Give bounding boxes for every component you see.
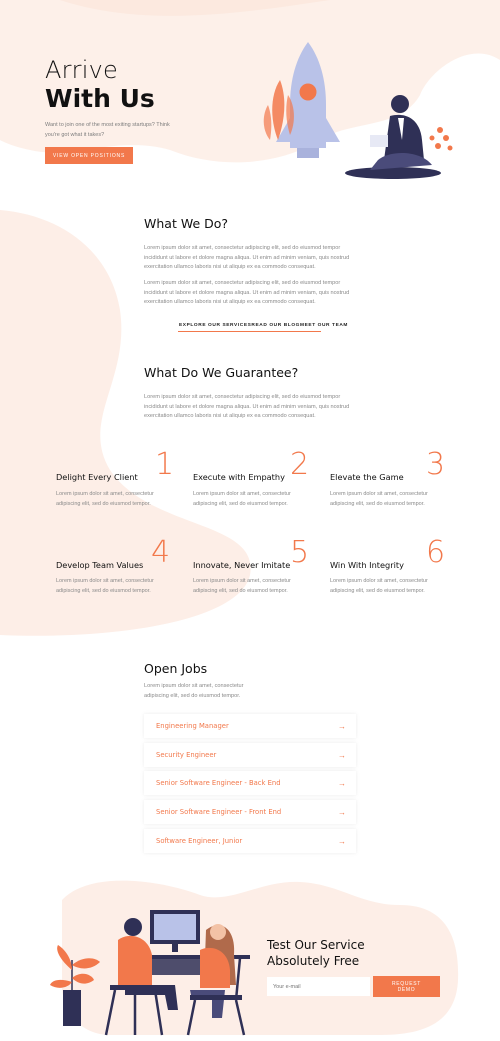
arrow-right-icon: → (338, 750, 346, 760)
what-we-do-paragraph-2: Lorem ipsum dolor sit amet, consectetur … (144, 280, 350, 306)
job-item-senior-frontend[interactable]: Senior Software Engineer - Front End → (144, 800, 356, 824)
section-links[interactable]: EXPLORE OUR SERVICESREAD OUR BLOGMEET OU… (179, 323, 348, 328)
request-demo-button[interactable]: REQUEST DEMO (373, 976, 440, 997)
guarantee-text-2: Lorem ipsum dolor sit amet, consectetur … (193, 491, 291, 507)
guarantee-number-6: 6 (426, 535, 446, 570)
links-underline (178, 331, 321, 332)
guarantee-heading: What Do We Guarantee? (144, 365, 299, 380)
open-jobs-heading: Open Jobs (144, 661, 208, 676)
what-we-do-heading: What We Do? (144, 216, 229, 231)
guarantee-title-1: Delight Every Client (56, 472, 138, 482)
job-item-engineering-manager[interactable]: Engineering Manager → (144, 714, 356, 738)
what-we-do-paragraph-1: Lorem ipsum dolor sit amet, consectetur … (144, 245, 350, 271)
guarantee-title-4: Develop Team Values (56, 560, 144, 570)
guarantee-title-3: Elevate the Game (330, 472, 404, 482)
hero-title-line2: With Us (45, 84, 155, 113)
cta-title-line1: Test Our Service (267, 938, 365, 952)
guarantee-text-6: Lorem ipsum dolor sit amet, consectetur … (330, 578, 428, 594)
guarantee-number-3: 3 (426, 447, 446, 482)
email-field[interactable] (267, 977, 370, 996)
cta-title: Test Our Service Absolutely Free (267, 938, 387, 969)
arrow-right-icon: → (338, 836, 346, 846)
hero-subtitle: Want to join one of the most exiting sta… (45, 122, 170, 138)
job-label: Senior Software Engineer - Front End (156, 808, 282, 816)
guarantee-text-4: Lorem ipsum dolor sit amet, consectetur … (56, 578, 154, 594)
request-demo-label: REQUEST DEMO (391, 980, 422, 993)
job-label: Engineering Manager (156, 722, 229, 730)
job-item-software-junior[interactable]: Software Engineer, Junior → (144, 829, 356, 853)
guarantee-text-5: Lorem ipsum dolor sit amet, consectetur … (193, 578, 291, 594)
guarantee-text-3: Lorem ipsum dolor sit amet, consectetur … (330, 491, 428, 507)
job-label: Senior Software Engineer - Back End (156, 779, 281, 787)
job-label: Software Engineer, Junior (156, 837, 243, 845)
open-jobs-intro: Lorem ipsum dolor sit amet, consectetur … (144, 683, 244, 699)
cta-title-line2: Absolutely Free (267, 953, 360, 968)
hero-title-line1: Arrive (45, 56, 118, 84)
guarantee-number-2: 2 (290, 447, 310, 482)
guarantee-number-5: 5 (290, 535, 310, 570)
guarantee-title-5: Innovate, Never Imitate (193, 560, 291, 570)
guarantee-number-4: 4 (151, 535, 171, 570)
arrow-right-icon: → (338, 721, 346, 731)
job-label: Security Engineer (156, 751, 217, 759)
job-item-senior-backend[interactable]: Senior Software Engineer - Back End → (144, 771, 356, 795)
guarantee-text-1: Lorem ipsum dolor sit amet, consectetur … (56, 491, 154, 507)
arrow-right-icon: → (338, 778, 346, 788)
job-item-security-engineer[interactable]: Security Engineer → (144, 743, 356, 767)
guarantee-number-1: 1 (155, 447, 175, 482)
arrow-right-icon: → (338, 807, 346, 817)
guarantee-title-6: Win With Integrity (330, 560, 404, 570)
guarantee-paragraph: Lorem ipsum dolor sit amet, consectetur … (144, 394, 350, 420)
view-open-positions-button[interactable]: VIEW OPEN POSITIONS (45, 147, 133, 164)
guarantee-title-2: Execute with Empathy (193, 472, 285, 482)
